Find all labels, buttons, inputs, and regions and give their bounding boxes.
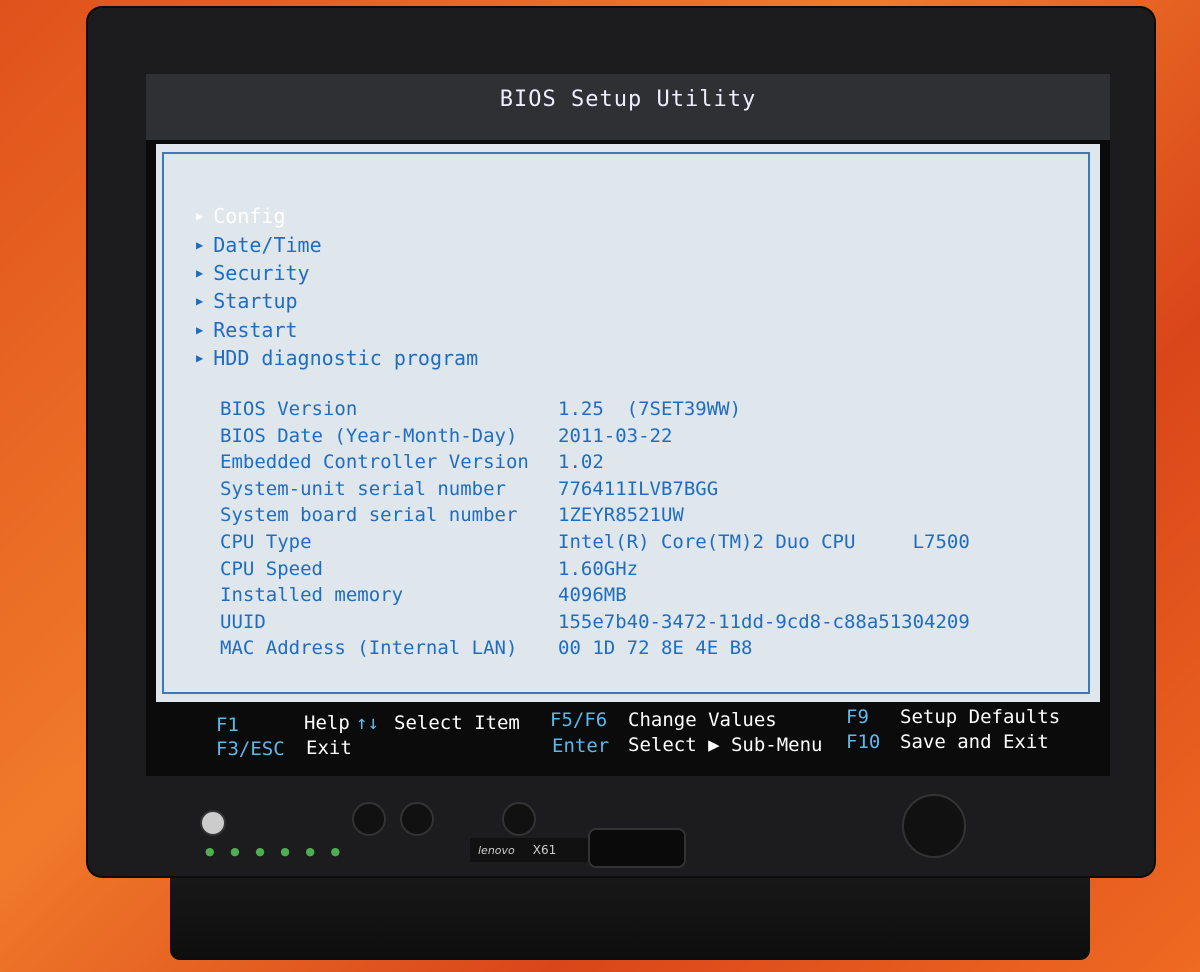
info-label: CPU Speed (220, 557, 323, 580)
info-row: CPU Speed 1.60GHz (220, 556, 970, 583)
key-arrows: ↑↓ (356, 712, 379, 734)
menu-label: Restart (213, 317, 298, 342)
key-f9: F9 (846, 706, 869, 728)
info-row: BIOS Version 1.25 (7SET39WW) (220, 396, 970, 423)
main-panel: ▶ Config ▶ Date/Time ▶ Security ▶ Startup ▶ R… (156, 144, 1100, 702)
triangle-right-icon: ▶ (196, 294, 204, 309)
info-value: Intel(R) Core(TM)2 Duo CPU L7500 (558, 530, 970, 553)
info-label: CPU Type (220, 530, 312, 553)
status-leds: ● ● ● ● ● ● (205, 845, 347, 858)
key-f1: F1 (216, 714, 239, 736)
key-f5-f6-label: Change Values (628, 709, 777, 731)
system-info: BIOS Version 1.25 (7SET39WW) BIOS Date (Y… (220, 396, 970, 662)
info-value: 1.60GHz (558, 557, 639, 580)
menu-label: Security (213, 260, 310, 285)
info-row: System-unit serial number 776411ILVB7BGG (220, 476, 970, 503)
key-enter: Enter (552, 735, 610, 757)
menu-item-hdd-diagnostic[interactable]: ▶ HDD diagnostic program (196, 344, 478, 372)
lenovo-logo: lenovo X61 (470, 838, 590, 862)
info-value: 155e7b40-3472-11dd-9cd8-c88a51304209 (558, 610, 970, 633)
info-value: 776411ILVB7BGG (558, 477, 719, 500)
triangle-right-icon: ▶ (196, 351, 204, 366)
rotate-button[interactable] (502, 802, 536, 836)
info-label: Installed memory (220, 584, 404, 607)
info-row: Embedded Controller Version 1.02 (220, 449, 970, 476)
power-button[interactable] (200, 810, 226, 836)
tablet-button[interactable] (352, 802, 386, 836)
info-label: MAC Address (Internal LAN) (220, 637, 518, 660)
menu-item-config[interactable]: ▶ Config (196, 202, 478, 230)
info-row: Installed memory 4096MB (220, 582, 970, 609)
info-value: 1.25 (7SET39WW) (558, 398, 742, 420)
info-label: BIOS Version (220, 398, 358, 420)
triangle-right-icon: ▶ (196, 209, 204, 224)
info-value: 4096MB (558, 584, 627, 607)
key-f10-label: Save and Exit (900, 731, 1049, 753)
key-f9-label: Setup Defaults (900, 706, 1061, 728)
key-arrows-label: Select Item (394, 712, 520, 734)
model-label: X61 (532, 843, 557, 857)
info-label: UUID (220, 610, 266, 633)
info-row: BIOS Date (Year-Month-Day) 2011-03-22 (220, 423, 970, 450)
menu-item-date-time[interactable]: ▶ Date/Time (196, 230, 478, 258)
key-f5-f6: F5/F6 (550, 709, 608, 731)
info-label: Embedded Controller Version (220, 451, 529, 474)
display-latch[interactable] (588, 828, 686, 868)
bios-screen: BIOS Setup Utility ▶ Config ▶ Date/Time ▶ S… (146, 74, 1110, 776)
brand-label: lenovo (478, 843, 515, 857)
info-label: System board serial number (220, 504, 518, 527)
info-value: 1ZEYR8521UW (558, 504, 684, 527)
menu-label: Startup (213, 289, 298, 314)
bios-title: BIOS Setup Utility (146, 74, 1110, 140)
info-label: System-unit serial number (220, 477, 506, 500)
main-menu: ▶ Config ▶ Date/Time ▶ Security ▶ Startup ▶ R… (196, 202, 478, 372)
menu-label: Config (213, 204, 286, 229)
info-row: CPU Type Intel(R) Core(TM)2 Duo CPU L7500 (220, 529, 970, 556)
menu-item-startup[interactable]: ▶ Startup (196, 287, 478, 315)
info-row: MAC Address (Internal LAN) 00 1D 72 8E 4E… (220, 635, 970, 662)
menu-item-security[interactable]: ▶ Security (196, 259, 478, 287)
menu-label: Date/Time (213, 232, 322, 257)
key-f10: F10 (846, 731, 881, 753)
navigation-dial[interactable] (902, 794, 966, 858)
key-enter-label: Select ▶ Sub-Menu (628, 734, 823, 756)
menu-item-restart[interactable]: ▶ Restart (196, 316, 478, 344)
info-value: 2011-03-22 (558, 424, 673, 447)
info-row: System board serial number 1ZEYR8521UW (220, 502, 970, 529)
triangle-right-icon: ▶ (196, 322, 204, 337)
info-value: 00 1D 72 8E 4E B8 (558, 637, 753, 660)
key-f1-label: Help (304, 712, 350, 734)
key-esc: F3/ESC (216, 738, 285, 760)
triangle-right-icon: ▶ (196, 237, 204, 252)
tablet-button[interactable] (400, 802, 434, 836)
menu-label: HDD diagnostic program (213, 346, 479, 371)
info-row: UUID 155e7b40-3472-11dd-9cd8-c88a51304209 (220, 609, 970, 636)
triangle-right-icon: ▶ (196, 265, 204, 280)
key-esc-label: Exit (306, 737, 352, 759)
info-value: 1.02 (558, 451, 604, 474)
key-help-footer: F1 Help ↑↓ Select Item F5/F6 Change Valu… (146, 706, 1110, 774)
info-label: BIOS Date (Year-Month-Day) (220, 424, 518, 447)
